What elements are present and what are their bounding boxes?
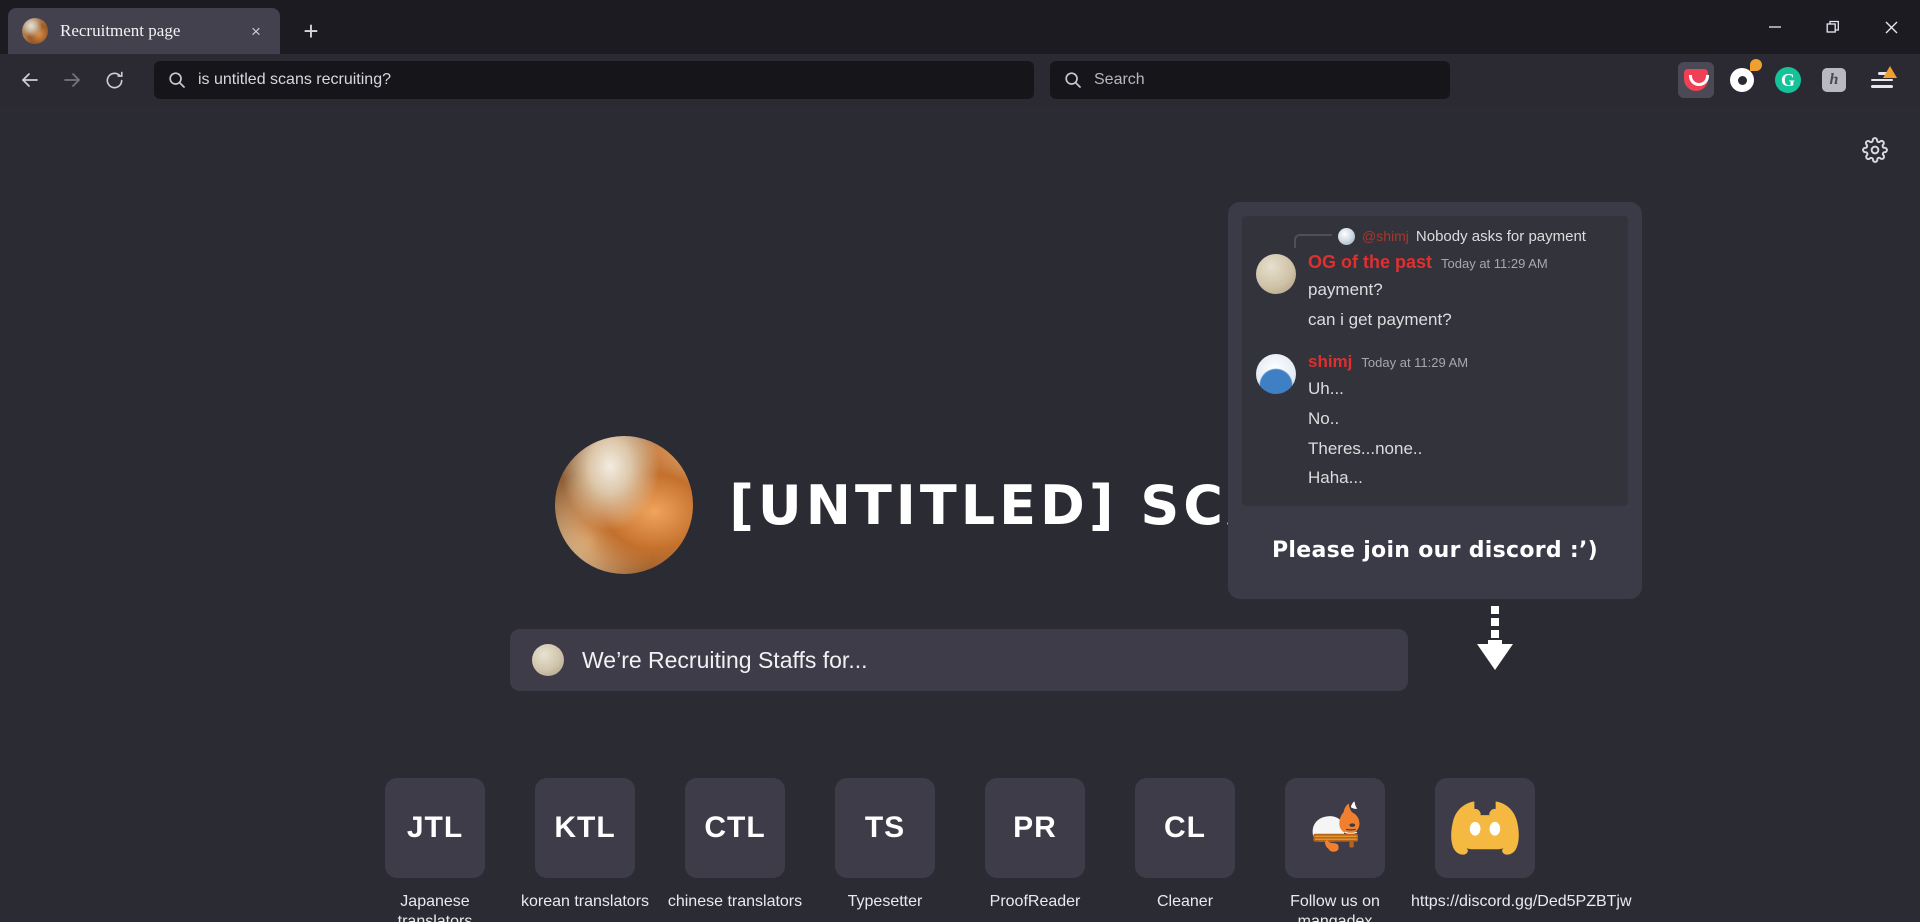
role-item-pr[interactable]: PR ProofReader <box>960 778 1110 912</box>
window-minimize-button[interactable] <box>1746 0 1804 54</box>
role-label-jtl: Japanese translators <box>361 892 509 922</box>
discord-chat-popup: @shimj Nobody asks for payment OG of the… <box>1228 202 1642 599</box>
og-of-the-past-avatar[interactable] <box>1256 254 1296 294</box>
search-icon <box>168 71 186 89</box>
role-abbr-pr: PR <box>985 778 1085 878</box>
role-item-ts[interactable]: TS Typesetter <box>810 778 960 912</box>
role-item-ktl[interactable]: KTL korean translators <box>510 778 660 912</box>
dashed-down-arrow-icon <box>1470 604 1520 674</box>
grammarly-extension-icon[interactable]: G <box>1770 62 1806 98</box>
replied-message[interactable]: @shimj Nobody asks for payment <box>1298 226 1618 246</box>
message-line: can i get payment? <box>1308 308 1618 333</box>
role-abbr-jtl: JTL <box>385 778 485 878</box>
tab-favicon <box>22 18 48 44</box>
role-abbr-ts: TS <box>835 778 935 878</box>
role-label-ts: Typesetter <box>848 892 923 912</box>
window-controls <box>1746 0 1920 54</box>
roles-row: JTL Japanese translators KTL korean tran… <box>0 778 1920 922</box>
message-timestamp: Today at 11:29 AM <box>1441 256 1548 271</box>
hero-avatar <box>555 436 693 574</box>
application-menu-icon[interactable] <box>1862 60 1902 100</box>
reply-spine-decoration <box>1294 234 1332 248</box>
message-line: Uh... <box>1308 377 1618 402</box>
pocket-extension-icon[interactable] <box>1678 62 1714 98</box>
role-item-cl[interactable]: CL Cleaner <box>1110 778 1260 912</box>
reply-author: @shimj <box>1362 228 1409 244</box>
tab-close-icon[interactable]: × <box>244 19 268 43</box>
address-bar-value: is untitled scans recruiting? <box>198 71 391 89</box>
tab-title: Recruitment page <box>60 21 232 41</box>
search-icon <box>1064 71 1082 89</box>
role-label-ktl: korean translators <box>521 892 649 912</box>
discord-chat-area: @shimj Nobody asks for payment OG of the… <box>1242 216 1628 506</box>
role-label-pr: ProofReader <box>990 892 1081 912</box>
message-author[interactable]: shimj <box>1308 352 1352 372</box>
back-icon[interactable] <box>10 60 50 100</box>
role-abbr-ctl: CTL <box>685 778 785 878</box>
role-item-jtl[interactable]: JTL Japanese translators <box>360 778 510 922</box>
role-label-ctl: chinese translators <box>668 892 802 912</box>
shimj-reply-avatar <box>1338 228 1355 245</box>
browser-chrome: Recruitment page × + <box>0 0 1920 106</box>
window-restore-button[interactable] <box>1804 0 1862 54</box>
message-author[interactable]: OG of the past <box>1308 252 1432 273</box>
honey-extension-icon[interactable]: h <box>1816 62 1852 98</box>
recruiting-banner-text: We’re Recruiting Staffs for... <box>582 647 868 674</box>
reload-icon[interactable] <box>94 60 134 100</box>
shimj-avatar[interactable] <box>1256 354 1296 394</box>
browser-search-box[interactable]: Search <box>1050 61 1450 99</box>
recruiting-banner: We’re Recruiting Staffs for... <box>510 629 1408 691</box>
role-item-ctl[interactable]: CTL chinese translators <box>660 778 810 912</box>
message-line: Haha... <box>1308 466 1618 491</box>
role-label-discord: https://discord.gg/Ded5PZBTjw <box>1411 892 1559 912</box>
gear-icon[interactable] <box>1858 133 1892 167</box>
chat-message: OG of the past Today at 11:29 AM payment… <box>1252 252 1618 332</box>
mangadex-cat-icon <box>1285 778 1385 878</box>
address-bar[interactable]: is untitled scans recruiting? <box>154 61 1034 99</box>
role-abbr-ktl: KTL <box>535 778 635 878</box>
message-line: No.. <box>1308 407 1618 432</box>
search-placeholder: Search <box>1094 71 1145 89</box>
extensions-area: G h <box>1678 60 1910 100</box>
reply-text: Nobody asks for payment <box>1416 228 1586 245</box>
page-content: [UNTITLED] SCANS We’re Recruiting Staffs… <box>0 106 1920 922</box>
role-label-cl: Cleaner <box>1157 892 1213 912</box>
discord-logo-icon <box>1435 778 1535 878</box>
browser-tab[interactable]: Recruitment page × <box>8 8 280 54</box>
message-line: Theres...none.. <box>1308 437 1618 462</box>
role-abbr-cl: CL <box>1135 778 1235 878</box>
navigation-bar: is untitled scans recruiting? Search G h <box>0 54 1920 106</box>
message-line: payment? <box>1308 278 1618 303</box>
join-discord-cta: Please join our discord :’) <box>1242 538 1628 563</box>
window-close-button[interactable] <box>1862 0 1920 54</box>
new-tab-button[interactable]: + <box>292 12 330 50</box>
avatar-extension-icon[interactable] <box>1724 62 1760 98</box>
message-timestamp: Today at 11:29 AM <box>1361 355 1468 370</box>
chat-message: shimj Today at 11:29 AM Uh... No.. There… <box>1252 352 1618 491</box>
role-item-mangadex[interactable]: Follow us on mangadex <box>1260 778 1410 922</box>
role-item-discord[interactable]: https://discord.gg/Ded5PZBTjw <box>1410 778 1560 912</box>
tab-strip: Recruitment page × + <box>0 0 1920 54</box>
coin-avatar <box>532 644 564 676</box>
forward-icon[interactable] <box>52 60 92 100</box>
role-label-mangadex: Follow us on mangadex <box>1261 892 1409 922</box>
